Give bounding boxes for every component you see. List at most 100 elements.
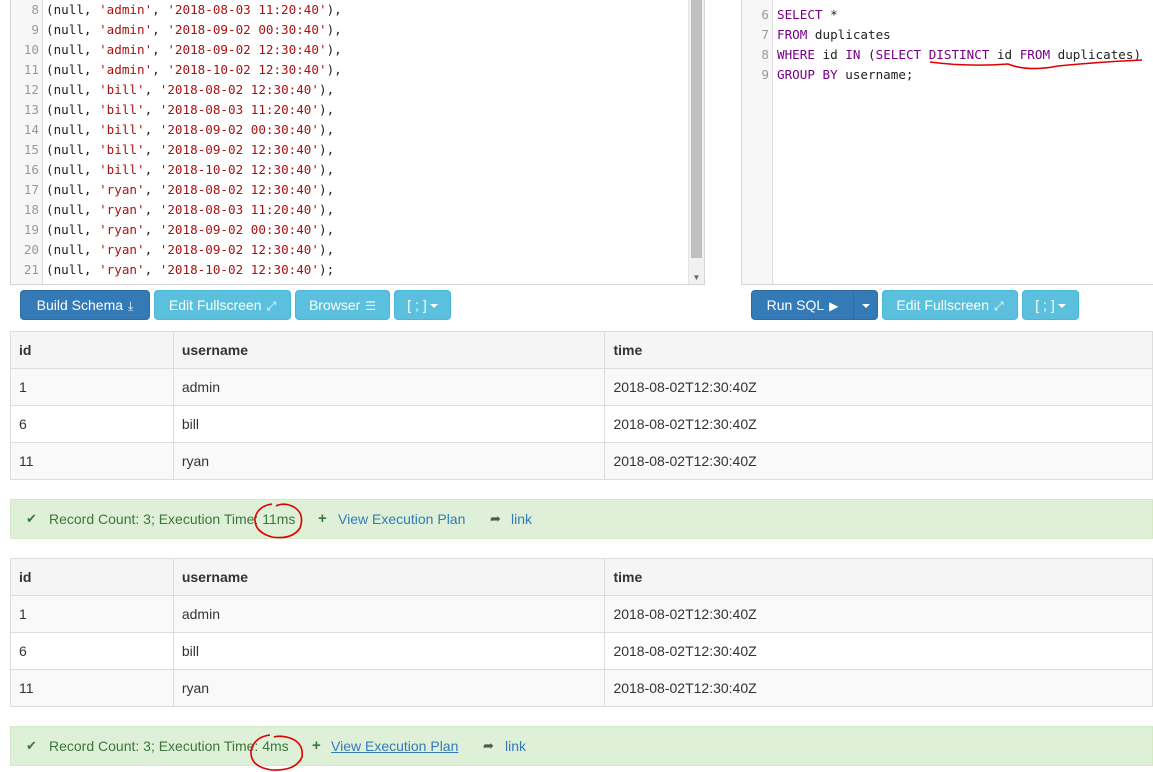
cell-time: 2018-08-02T12:30:40Z: [604, 669, 1153, 707]
line-number: 10: [23, 42, 39, 57]
edit-fullscreen-button[interactable]: Edit Fullscreen ⤢: [154, 290, 291, 320]
code-line[interactable]: 8 (null, 'admin', '2018-08-03 11:20:40'),: [11, 0, 704, 20]
line-number: 16: [23, 162, 39, 177]
line-number: 13: [23, 102, 39, 117]
run-sql-button[interactable]: Run SQL ▶: [752, 291, 853, 320]
line-number: 15: [23, 142, 39, 157]
record-count-text: Record Count: 3; Execution Time:: [49, 511, 263, 527]
line-number: 6: [761, 7, 769, 22]
line-number: 7: [761, 27, 769, 42]
line-number: 11: [23, 62, 39, 77]
cell-id: 1: [10, 595, 174, 633]
code-text: (null, 'ryan', '2018-08-02 12:30:40'),: [46, 182, 335, 197]
permalink-link[interactable]: link: [505, 727, 526, 765]
result-table: id username time 1 admin 2018-08-02T12:3…: [10, 331, 1153, 480]
code-text: (null, 'ryan', '2018-09-02 12:30:40'),: [46, 242, 335, 257]
cell-username: ryan: [172, 442, 606, 480]
code-line[interactable]: 20 (null, 'ryan', '2018-09-02 12:30:40'),: [11, 240, 704, 260]
table-row: 1 admin 2018-08-02T12:30:40Z: [10, 595, 1153, 633]
code-line[interactable]: 16 (null, 'bill', '2018-10-02 12:30:40'),: [11, 160, 704, 180]
query-delimiter-dropdown[interactable]: [ ; ]: [1022, 290, 1079, 320]
tree-icon: ☰: [365, 299, 377, 313]
code-line[interactable]: 19 (null, 'ryan', '2018-09-02 00:30:40'),: [11, 220, 704, 240]
code-line[interactable]: 18 (null, 'ryan', '2018-08-03 11:20:40'),: [11, 200, 704, 220]
code-text: (null, 'bill', '2018-08-03 11:20:40'),: [46, 102, 335, 117]
play-icon: ▶: [829, 299, 839, 313]
table-row: 6 bill 2018-08-02T12:30:40Z: [10, 405, 1153, 443]
schema-scrollbar[interactable]: ▼: [688, 0, 704, 284]
schema-editor[interactable]: 8 (null, 'admin', '2018-08-03 11:20:40'),…: [10, 0, 705, 285]
cell-username: bill: [172, 405, 606, 443]
check-icon: ✔: [26, 511, 37, 526]
delimiter-label: [ ; ]: [1035, 297, 1055, 313]
code-text: (null, 'ryan', '2018-08-03 11:20:40'),: [46, 202, 335, 217]
code-line[interactable]: 11 (null, 'admin', '2018-10-02 12:30:40')…: [11, 60, 704, 80]
run-sql-label: Run SQL: [766, 297, 825, 313]
code-line[interactable]: 21 (null, 'ryan', '2018-10-02 12:30:40');: [11, 260, 704, 280]
plus-icon[interactable]: +: [312, 727, 321, 765]
column-header-username: username: [172, 331, 606, 369]
caret-down-icon: [1057, 304, 1066, 309]
code-text: (null, 'bill', '2018-08-02 12:30:40'),: [46, 82, 335, 97]
code-text: WHERE id IN (SELECT DISTINCT id FROM dup…: [777, 47, 1142, 62]
code-text: (null, 'admin', '2018-09-02 00:30:40'),: [46, 22, 342, 37]
code-line[interactable]: 9 GROUP BY username;: [742, 65, 1153, 85]
code-line[interactable]: 13 (null, 'bill', '2018-08-03 11:20:40'),: [11, 100, 704, 120]
query-editor[interactable]: 6 SELECT * 7 FROM duplicates 8 WHERE id IN (S…: [741, 0, 1153, 285]
scroll-down-arrow-icon[interactable]: ▼: [689, 273, 704, 283]
code-line[interactable]: 15 (null, 'bill', '2018-09-02 12:30:40'),: [11, 140, 704, 160]
delimiter-label: [ ; ]: [407, 297, 427, 313]
line-number: 19: [23, 222, 39, 237]
code-line[interactable]: 9 (null, 'admin', '2018-09-02 00:30:40'),: [11, 20, 704, 40]
line-number: 21: [23, 262, 39, 277]
column-header-id: id: [10, 331, 174, 369]
cell-id: 1: [10, 368, 174, 406]
download-icon: ⤓: [128, 299, 134, 313]
status-text: Record Count: 3; Execution Time: 11ms: [49, 500, 295, 538]
line-number: 14: [23, 122, 39, 137]
status-alert: ✔ Record Count: 3; Execution Time: 11ms …: [10, 499, 1153, 539]
run-sql-split-button[interactable]: Run SQL ▶: [751, 290, 878, 320]
cell-time: 2018-08-02T12:30:40Z: [604, 632, 1153, 670]
view-execution-plan-link[interactable]: View Execution Plan: [331, 727, 458, 765]
check-icon: ✔: [26, 738, 37, 753]
code-line[interactable]: 12 (null, 'bill', '2018-08-02 12:30:40'),: [11, 80, 704, 100]
cell-id: 11: [10, 669, 174, 707]
run-sql-dropdown-toggle[interactable]: [854, 291, 878, 319]
line-number: 18: [23, 202, 39, 217]
table-row: 11 ryan 2018-08-02T12:30:40Z: [10, 669, 1153, 707]
browser-button[interactable]: Browser ☰: [295, 290, 390, 320]
caret-down-icon: [429, 304, 438, 309]
line-number: 8: [761, 47, 769, 62]
execution-time: 4ms: [262, 738, 289, 754]
cell-id: 6: [10, 632, 174, 670]
build-schema-button[interactable]: Build Schema ⤓: [20, 290, 150, 320]
cell-id: 6: [10, 405, 174, 443]
view-execution-plan-link[interactable]: View Execution Plan: [338, 500, 465, 538]
code-text: (null, 'ryan', '2018-10-02 12:30:40');: [46, 262, 335, 277]
code-line[interactable]: 6 SELECT *: [742, 5, 1153, 25]
code-text: GROUP BY username;: [777, 67, 914, 82]
column-header-time: time: [604, 558, 1153, 596]
record-count-text: Record Count: 3; Execution Time:: [49, 738, 263, 754]
code-text: (null, 'admin', '2018-08-03 11:20:40'),: [46, 2, 342, 17]
scrollbar-thumb[interactable]: [691, 0, 702, 258]
schema-delimiter-dropdown[interactable]: [ ; ]: [394, 290, 451, 320]
result-table: id username time 1 admin 2018-08-02T12:3…: [10, 558, 1153, 707]
query-edit-fullscreen-button[interactable]: Edit Fullscreen ⤢: [882, 290, 1018, 320]
code-text: SELECT *: [777, 7, 838, 22]
column-header-username: username: [172, 558, 606, 596]
code-text: (null, 'bill', '2018-09-02 00:30:40'),: [46, 122, 335, 137]
column-header-id: id: [10, 558, 174, 596]
code-text: (null, 'ryan', '2018-09-02 00:30:40'),: [46, 222, 335, 237]
plus-icon[interactable]: +: [318, 500, 327, 538]
code-line[interactable]: 14 (null, 'bill', '2018-09-02 00:30:40'),: [11, 120, 704, 140]
permalink-link[interactable]: link: [511, 500, 532, 538]
code-line[interactable]: 8 WHERE id IN (SELECT DISTINCT id FROM du…: [742, 45, 1153, 65]
cell-username: admin: [172, 368, 606, 406]
code-line[interactable]: 10 (null, 'admin', '2018-09-02 12:30:40')…: [11, 40, 704, 60]
code-line[interactable]: 7 FROM duplicates: [742, 25, 1153, 45]
code-line[interactable]: 17 (null, 'ryan', '2018-08-02 12:30:40'),: [11, 180, 704, 200]
code-text: FROM duplicates: [777, 27, 891, 42]
share-icon: ➦: [483, 738, 494, 753]
